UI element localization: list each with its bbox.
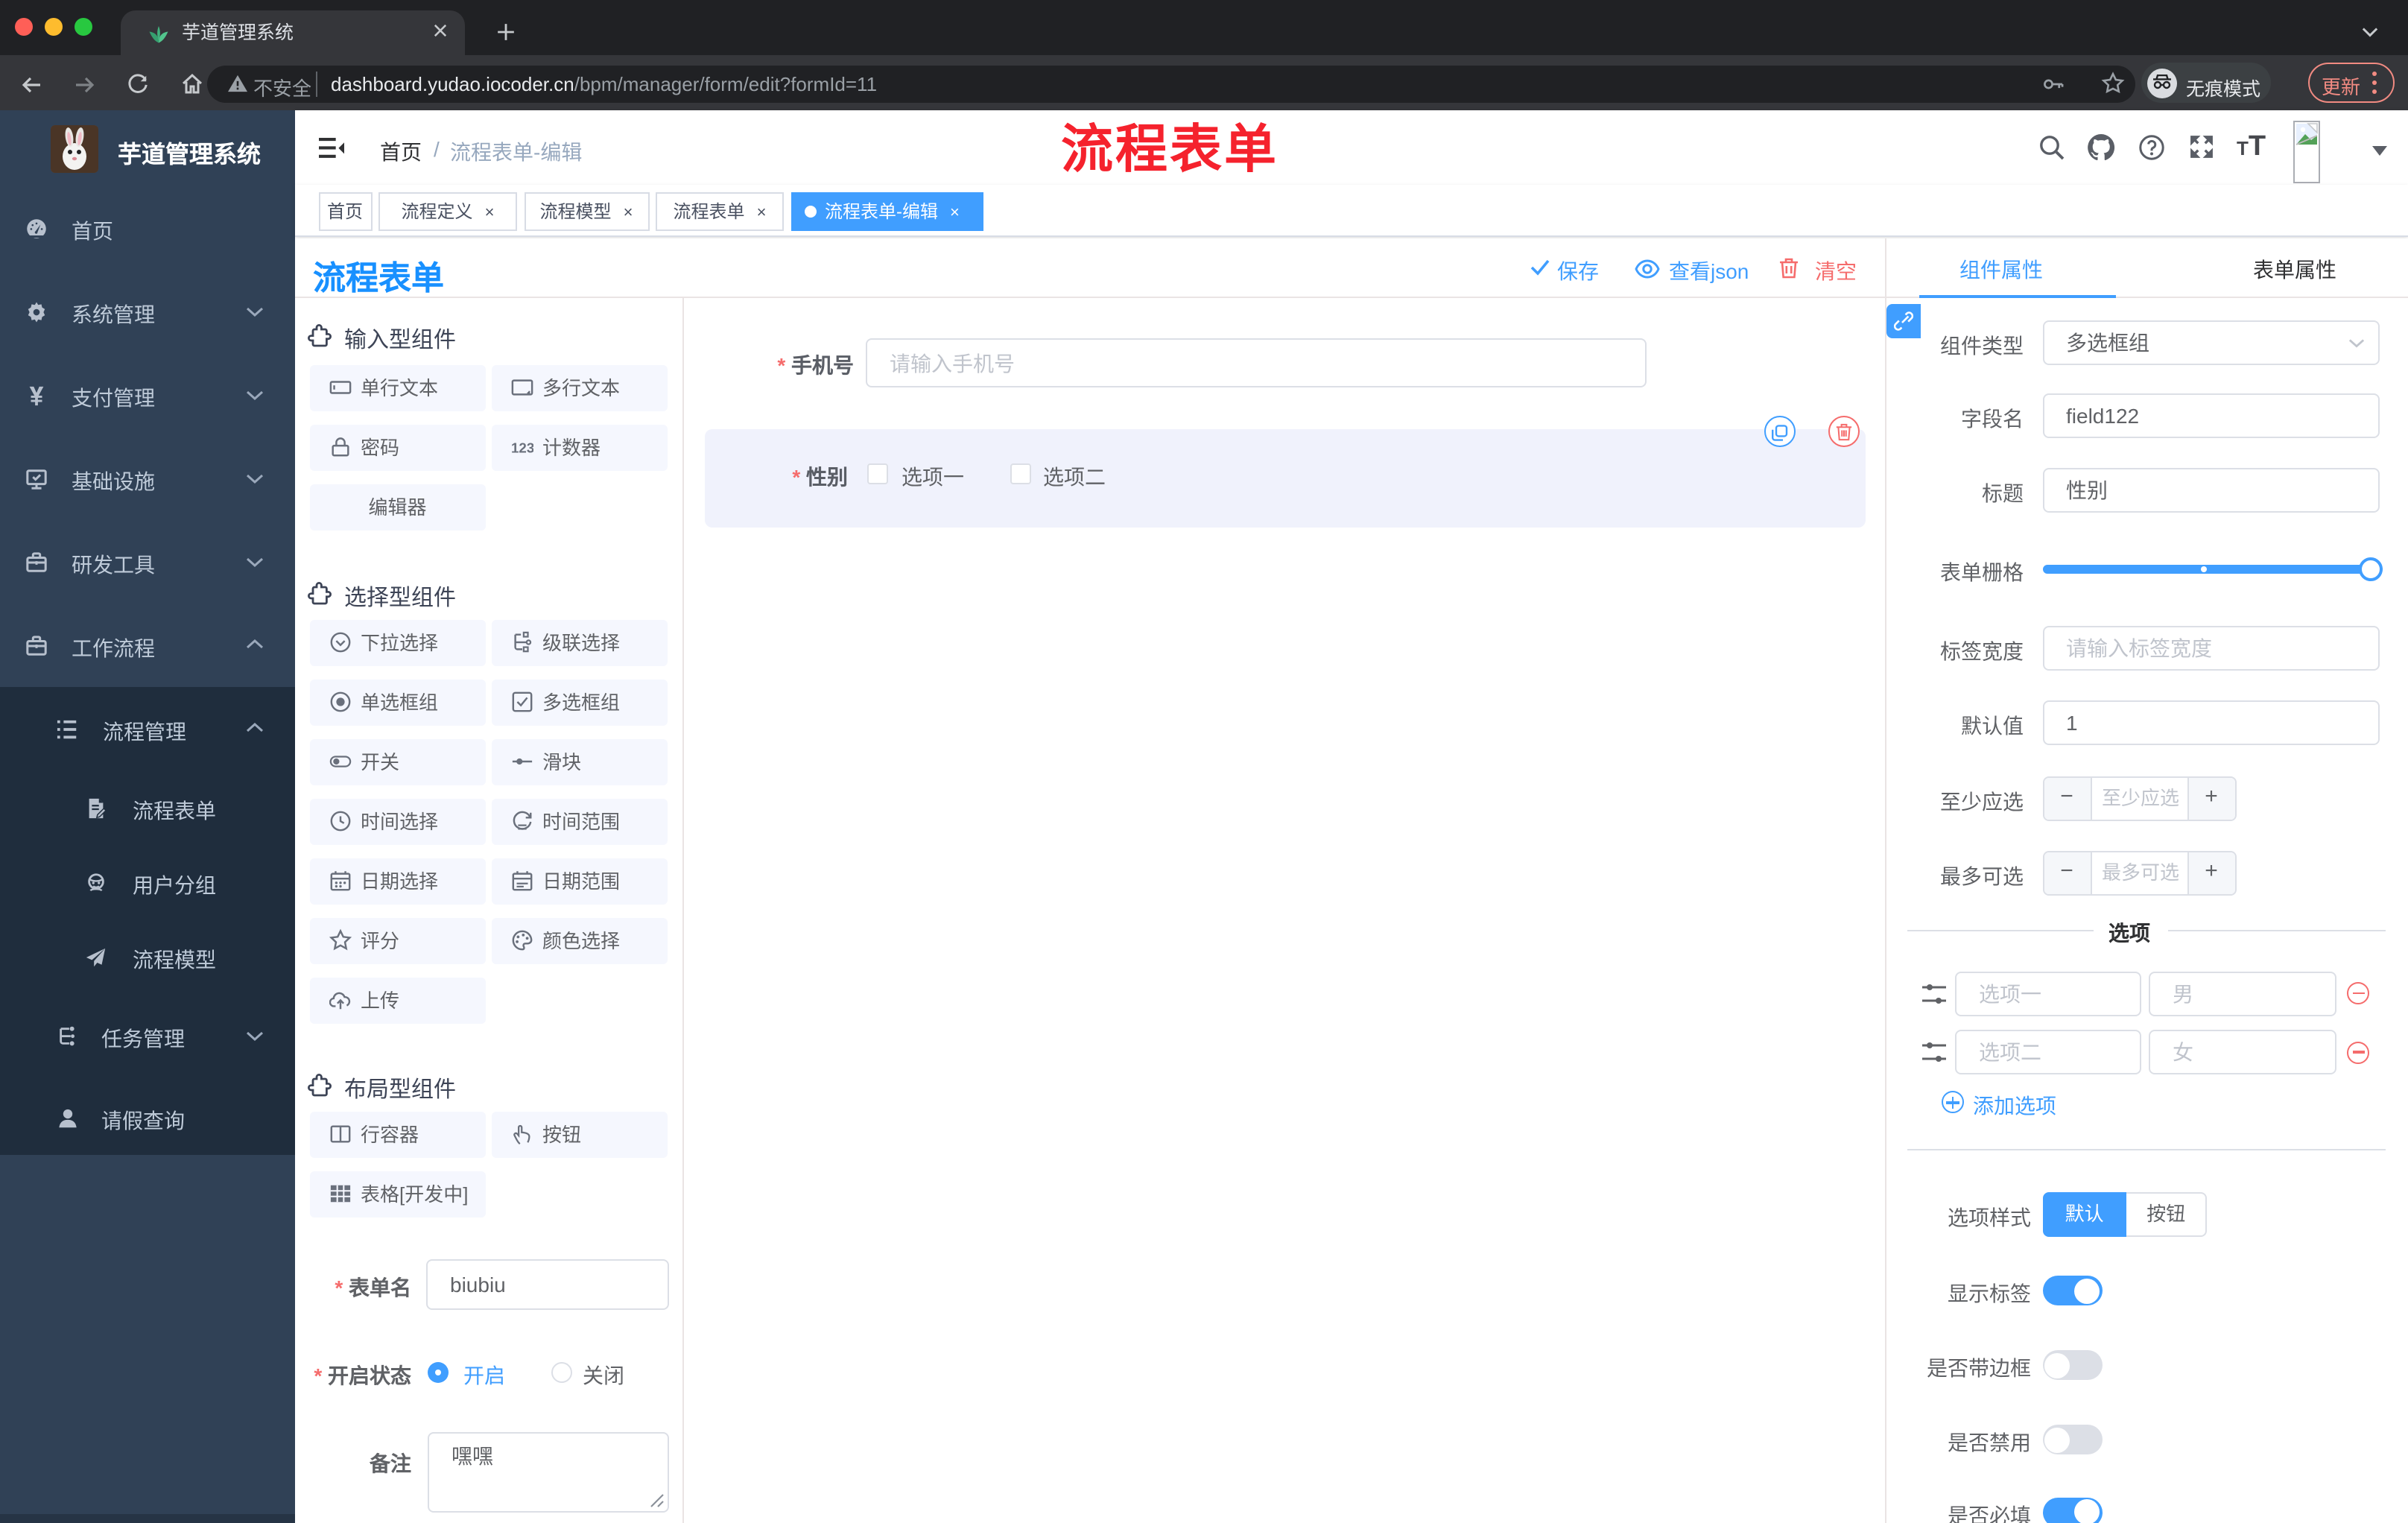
svg-text:123: 123 <box>511 440 533 456</box>
